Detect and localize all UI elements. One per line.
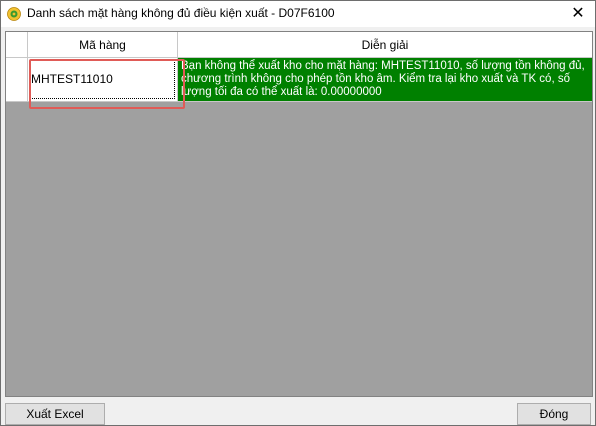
cell-dien-giai[interactable]: Bạn không thể xuất kho cho mặt hàng: MHT…: [178, 58, 592, 102]
close-button[interactable]: Đóng: [517, 403, 591, 425]
export-excel-button[interactable]: Xuất Excel: [5, 403, 105, 425]
app-logo-icon: [7, 7, 21, 21]
window-title: Danh sách mặt hàng không đủ điều kiện xu…: [27, 6, 335, 20]
row-selector[interactable]: [6, 58, 28, 102]
ma-hang-value: MHTEST11010: [31, 72, 113, 86]
title-bar: Danh sách mặt hàng không đủ điều kiện xu…: [1, 1, 595, 27]
close-window-button[interactable]: ✕: [561, 1, 595, 27]
column-header-ma-hang[interactable]: Mã hàng: [28, 32, 178, 58]
cell-ma-hang[interactable]: MHTEST11010: [28, 58, 178, 102]
grid-corner-header: [6, 32, 28, 58]
close-icon: ✕: [571, 5, 585, 22]
dialog-window: Danh sách mặt hàng không đủ điều kiện xu…: [0, 0, 596, 426]
column-header-dien-giai[interactable]: Diễn giải: [178, 32, 592, 58]
items-grid[interactable]: Mã hàng Diễn giải MHTEST11010 Bạn không …: [5, 31, 593, 397]
